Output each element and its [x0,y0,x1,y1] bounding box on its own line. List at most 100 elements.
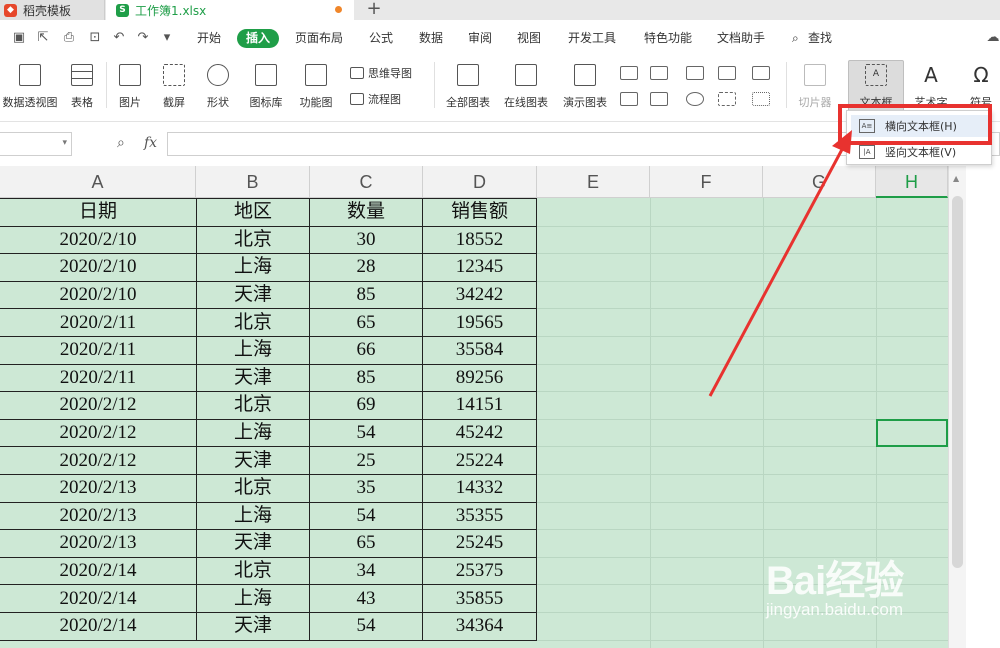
stock-chart-icon[interactable] [650,92,668,106]
table-cell[interactable]: 14332 [422,473,537,503]
table-cell[interactable]: 19565 [422,308,537,337]
table-cell[interactable]: 89256 [422,363,537,393]
menu-find[interactable]: 查找 [808,30,832,46]
print-icon[interactable]: ⎙ [62,31,76,45]
zoom-icon[interactable]: ⌕ [117,135,133,151]
bubble-chart-icon[interactable] [752,92,770,106]
table-cell[interactable]: 54 [309,418,423,448]
scatter-chart-icon[interactable] [718,92,736,106]
column-header-c[interactable]: C [310,166,423,198]
surface-chart-icon[interactable] [620,92,638,106]
picture-button[interactable]: 图片 [112,58,148,112]
icon-library-button[interactable]: 图标库 [246,58,286,112]
table-cell[interactable]: 上海 [196,501,310,531]
redo-icon[interactable]: ↷ [136,31,150,45]
menu-data[interactable]: 数据 [419,30,443,46]
search-icon[interactable]: ⌕ [792,30,799,46]
table-cell[interactable]: 2020/2/11 [0,335,197,365]
table-cell[interactable]: 85 [309,363,423,393]
table-cell[interactable]: 上海 [196,253,310,282]
header-cell[interactable]: 日期 [0,198,197,227]
menu-insert[interactable]: 插入 [237,29,279,48]
screenshot-button[interactable]: 截屏 [156,58,192,112]
selected-cell[interactable] [876,419,948,447]
column-header-e[interactable]: E [537,166,650,198]
table-cell[interactable]: 2020/2/11 [0,363,197,393]
scroll-up-icon[interactable]: ▲ [953,174,959,183]
tab-workbook[interactable]: S 工作簿1.xlsx [106,0,354,20]
table-cell[interactable]: 25245 [422,529,537,558]
table-cell[interactable]: 上海 [196,584,310,613]
table-cell[interactable]: 天津 [196,363,310,393]
table-cell[interactable]: 北京 [196,225,310,255]
tab-docer-templates[interactable]: ◆ 稻壳模板 [0,0,105,20]
table-cell[interactable]: 2020/2/10 [0,253,197,282]
online-charts-button[interactable]: 在线图表 [502,58,550,112]
table-cell[interactable]: 2020/2/11 [0,308,197,337]
column-header-h[interactable]: H [876,166,948,198]
menu-doc-assistant[interactable]: 文档助手 [717,30,765,46]
table-cell[interactable]: 18552 [422,225,537,255]
mindmap-button[interactable]: 思维导图 [350,64,412,82]
table-cell[interactable]: 天津 [196,529,310,558]
menu-special-features[interactable]: 特色功能 [644,30,692,46]
table-cell[interactable]: 2020/2/12 [0,391,197,420]
chevron-down-icon[interactable]: ▾ [62,138,67,148]
function-chart-button[interactable]: 功能图 [294,58,338,112]
column-header-f[interactable]: F [650,166,763,198]
name-box[interactable]: ▾ [0,132,72,156]
table-cell[interactable]: 25224 [422,446,537,475]
table-cell[interactable]: 25 [309,446,423,475]
menu-formulas[interactable]: 公式 [369,30,393,46]
table-cell[interactable]: 2020/2/10 [0,225,197,255]
line-chart-icon[interactable] [686,66,704,80]
table-cell[interactable]: 34364 [422,611,537,641]
table-cell[interactable]: 北京 [196,308,310,337]
table-cell[interactable]: 54 [309,501,423,531]
column-chart-icon[interactable] [620,66,638,80]
table-cell[interactable]: 北京 [196,391,310,420]
print-preview-icon[interactable]: ⊡ [88,31,102,45]
menu-review[interactable]: 审阅 [468,30,492,46]
table-cell[interactable]: 65 [309,308,423,337]
table-cell[interactable]: 北京 [196,473,310,503]
table-cell[interactable]: 2020/2/12 [0,418,197,448]
slicer-button[interactable]: 切片器 [796,58,834,112]
column-header-g[interactable]: G [763,166,876,198]
menu-view[interactable]: 视图 [517,30,541,46]
table-cell[interactable]: 35855 [422,584,537,613]
header-cell[interactable]: 销售额 [422,198,537,227]
table-button[interactable]: 表格 [64,58,100,112]
table-cell[interactable]: 2020/2/13 [0,529,197,558]
flowchart-button[interactable]: 流程图 [350,90,401,108]
table-cell[interactable]: 45242 [422,418,537,448]
shapes-button[interactable]: 形状 [200,58,236,112]
column-header-d[interactable]: D [423,166,537,198]
save-icon[interactable]: ▣ [12,31,26,45]
table-cell[interactable]: 43 [309,584,423,613]
radar-chart-icon[interactable] [718,66,736,80]
table-cell[interactable]: 2020/2/14 [0,584,197,613]
area-chart-icon[interactable] [752,66,770,80]
table-cell[interactable]: 35355 [422,501,537,531]
table-cell[interactable]: 上海 [196,418,310,448]
customize-chevron-icon[interactable]: ▾ [160,31,174,45]
table-cell[interactable]: 85 [309,280,423,310]
table-cell[interactable]: 28 [309,253,423,282]
table-cell[interactable]: 65 [309,529,423,558]
table-cell[interactable]: 2020/2/13 [0,473,197,503]
table-cell[interactable]: 2020/2/13 [0,501,197,531]
new-tab-button[interactable]: + [362,0,386,20]
bar-chart-small-icon[interactable] [650,66,668,80]
table-cell[interactable]: 天津 [196,280,310,310]
column-header-b[interactable]: B [196,166,310,198]
export-icon[interactable]: ⇱ [36,31,50,45]
table-cell[interactable]: 35584 [422,335,537,365]
table-cell[interactable]: 北京 [196,556,310,586]
column-header-a[interactable]: A [0,166,196,198]
table-cell[interactable]: 2020/2/14 [0,556,197,586]
table-cell[interactable]: 14151 [422,391,537,420]
table-cell[interactable]: 12345 [422,253,537,282]
table-cell[interactable]: 66 [309,335,423,365]
fx-icon[interactable]: fx [144,135,157,151]
